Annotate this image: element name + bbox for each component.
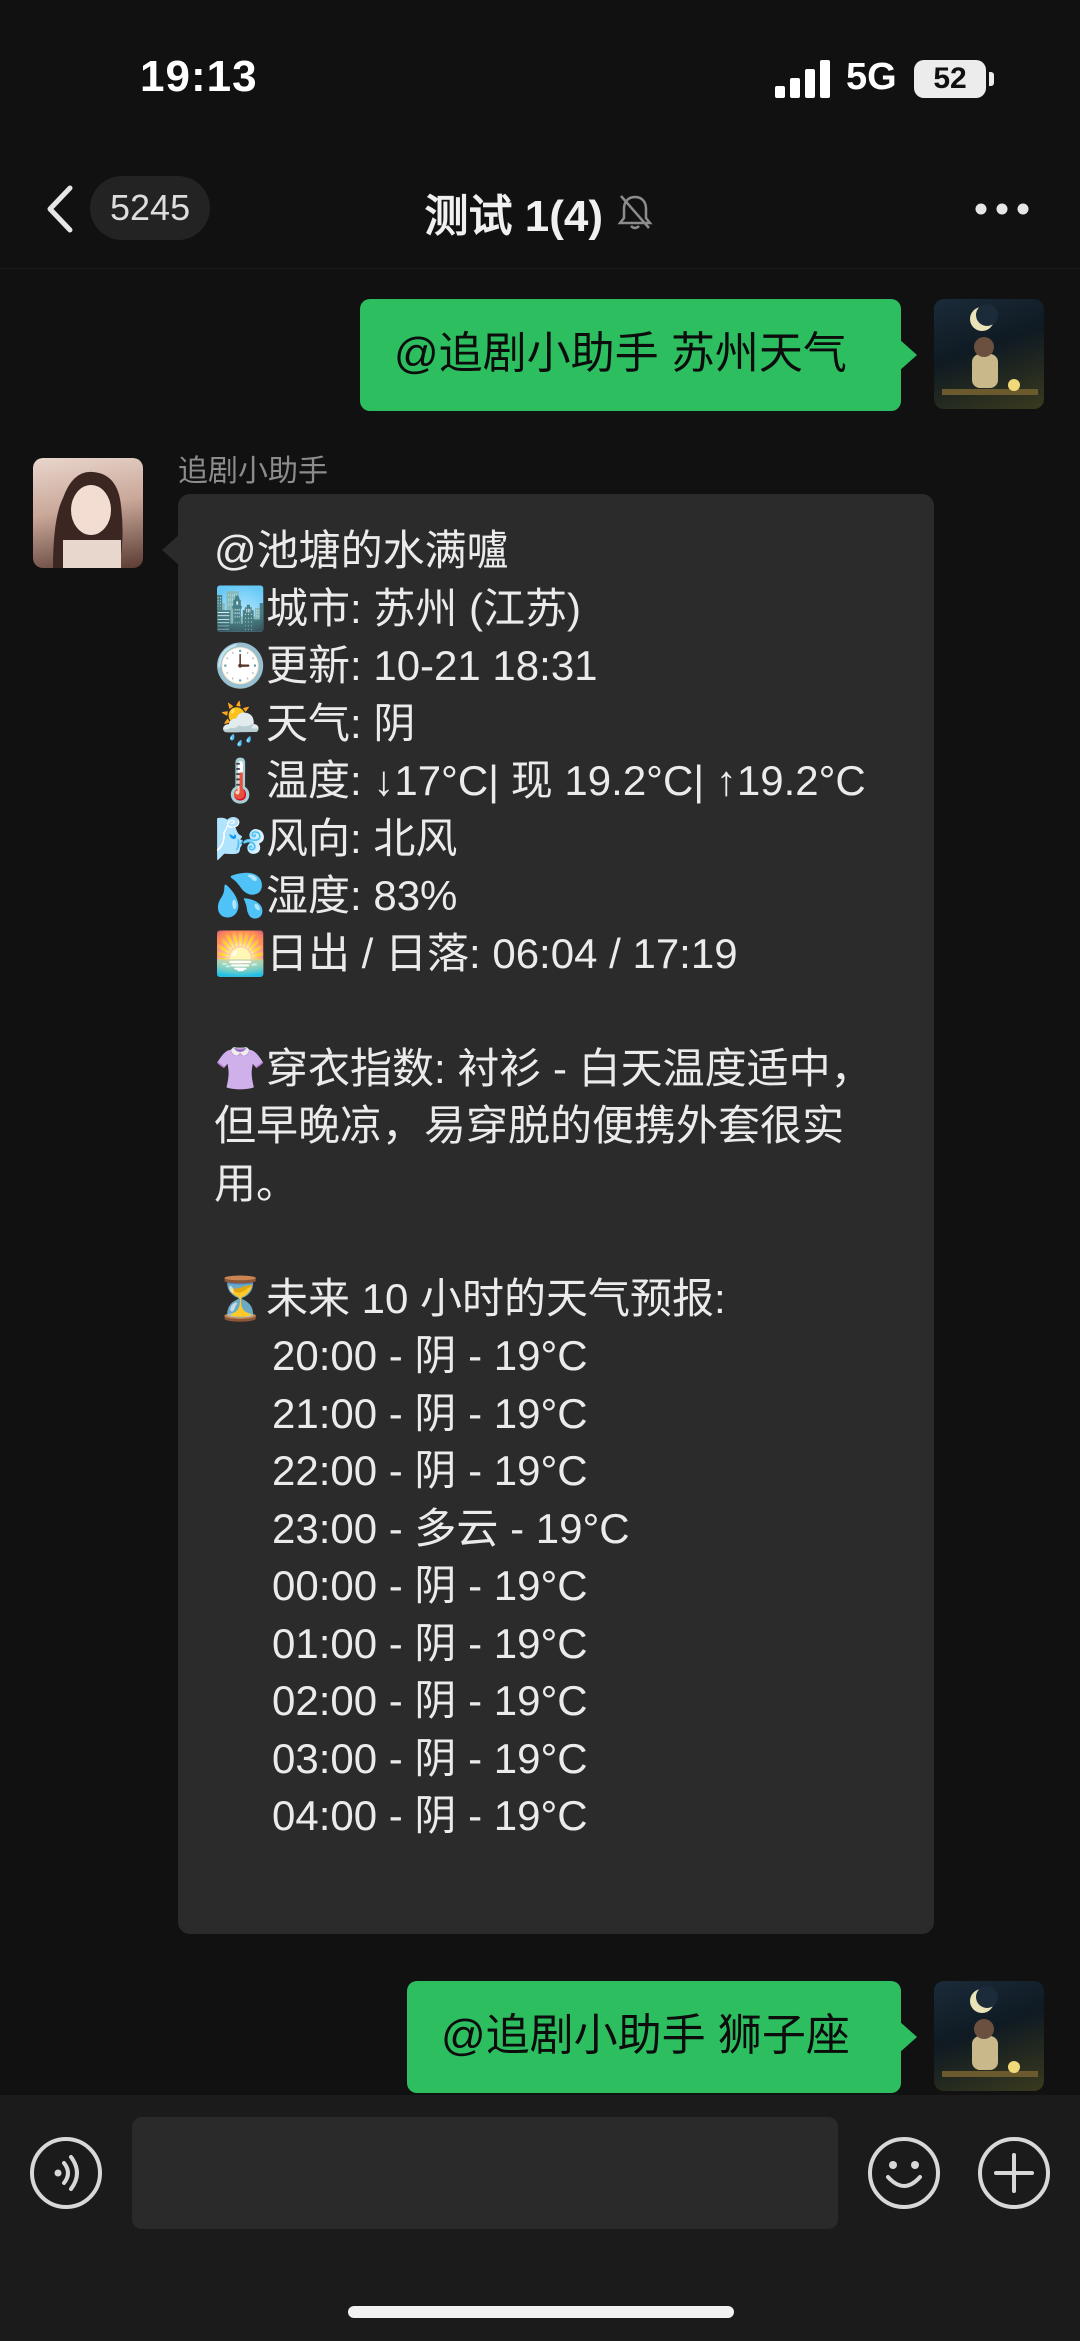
title-wrap: 测试 1(4) (0, 180, 1080, 244)
network-label: 5G (846, 56, 897, 98)
signal-icon (775, 60, 830, 98)
forecast-item: 20:00 - 阴 - 19°C (272, 1332, 588, 1379)
my-message-bubble[interactable]: @追剧小助手 苏州天气 (360, 299, 917, 411)
message-input[interactable] (132, 2117, 838, 2229)
my-avatar[interactable] (934, 299, 1044, 409)
chat-title[interactable]: 测试 1(4) (425, 192, 603, 241)
sender-name: 追剧小助手 (178, 455, 328, 488)
humidity-text: 湿度: 83% (266, 872, 458, 919)
wind-text: 风向: 北风 (266, 814, 458, 862)
message-text: @追剧小助手 狮子座 (441, 2011, 850, 2060)
forecast-title-text: 未来 10 小时的天气预报: (266, 1274, 726, 1322)
input-bar (0, 2095, 1080, 2341)
forecast-item: 00:00 - 阴 - 19°C (272, 1562, 588, 1609)
clothing-text: 穿衣指数: 衬衫 - 白天温度适中，但早晚凉，易穿脱的便携外套很实用。 (214, 1044, 873, 1207)
bot-message-bubble[interactable]: @池塘的水满嚧 🏙️城市: 苏州 (江苏) 🕒更新: 10-21 18:31 🌦… (162, 494, 934, 1934)
sunrise-icon: 🌅 (214, 929, 267, 977)
forecast-item: 21:00 - 阴 - 19°C (272, 1389, 588, 1437)
avatar-image (942, 304, 1038, 395)
mention-line: @池塘的水满嚧 (214, 527, 509, 574)
city-line: 🏙️城市: 苏州 (江苏) (214, 580, 904, 638)
weather-text: 天气: 阴 (266, 699, 416, 747)
wind-line: 🌬️风向: 北风 (214, 810, 904, 868)
update-text: 更新: 10-21 18:31 (266, 642, 598, 689)
humidity-line: 💦湿度: 83% (214, 867, 904, 925)
battery-icon: 52 (914, 60, 986, 98)
battery-nub (989, 72, 994, 86)
plus-icon[interactable] (976, 2135, 1052, 2211)
update-line: 🕒更新: 10-21 18:31 (214, 637, 904, 695)
forecast-item: 04:00 - 阴 - 19°C (272, 1792, 588, 1839)
cityscape-icon: 🏙️ (214, 584, 267, 632)
emoji-icon[interactable] (866, 2135, 942, 2211)
forecast-item: 03:00 - 阴 - 19°C (272, 1734, 588, 1782)
avatar-image (53, 471, 123, 568)
temperature-line: 🌡️温度: ↓17°C| 现 19.2°C| ↑19.2°C (214, 752, 904, 810)
bot-avatar[interactable] (33, 458, 143, 568)
forecast-item: 23:00 - 多云 - 19°C (272, 1504, 630, 1552)
more-dots-icon[interactable] (974, 202, 1030, 216)
shirt-icon: 👚 (214, 1044, 267, 1092)
clock-icon: 🕒 (214, 642, 267, 689)
message-text: @追剧小助手 苏州天气 (394, 329, 847, 378)
thermometer-icon: 🌡️ (214, 757, 267, 804)
avatar-image (942, 1986, 1038, 2077)
city-text: 城市: 苏州 (江苏) (266, 584, 581, 632)
forecast-item: 02:00 - 阴 - 19°C (272, 1677, 588, 1724)
status-bar: 19:13 5G 52 (0, 0, 1080, 150)
wind-icon: 🌬️ (214, 814, 267, 862)
hourglass-icon: ⏳ (214, 1274, 267, 1322)
chat-header: 5245 测试 1(4) (0, 150, 1080, 269)
sun-text: 日出 / 日落: 06:04 / 17:19 (266, 929, 738, 977)
forecast-title-line: ⏳未来 10 小时的天气预报: (214, 1270, 904, 1328)
clothing-line: 👚穿衣指数: 衬衫 - 白天温度适中，但早晚凉，易穿脱的便携外套很实用。 (214, 1040, 904, 1213)
forecast-item: 22:00 - 阴 - 19°C (272, 1447, 588, 1494)
droplets-icon: 💦 (214, 872, 267, 919)
voice-icon[interactable] (28, 2135, 104, 2211)
home-indicator (348, 2306, 734, 2318)
weather-line: 🌦️天气: 阴 (214, 695, 904, 753)
my-avatar[interactable] (934, 1981, 1044, 2091)
sun-line: 🌅日出 / 日落: 06:04 / 17:19 (214, 925, 904, 983)
my-message-bubble[interactable]: @追剧小助手 狮子座 (407, 1981, 917, 2093)
weather-icon: 🌦️ (214, 699, 267, 747)
temperature-text: 温度: ↓17°C| 现 19.2°C| ↑19.2°C (266, 757, 866, 804)
status-time: 19:13 (140, 52, 258, 101)
forecast-item: 01:00 - 阴 - 19°C (272, 1619, 588, 1667)
bell-off-icon (617, 195, 654, 230)
